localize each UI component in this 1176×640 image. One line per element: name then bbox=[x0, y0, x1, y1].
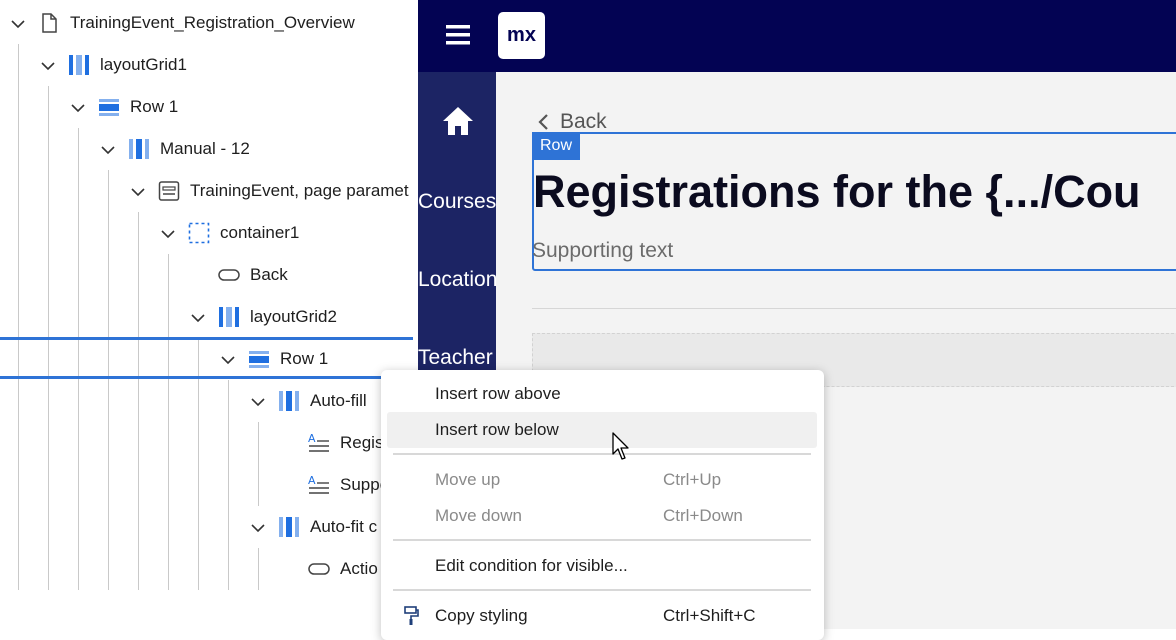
menu-item-shortcut: Ctrl+Down bbox=[663, 506, 743, 525]
tree-item-label: Row 1 bbox=[280, 349, 329, 368]
selection-indicator-top bbox=[0, 337, 413, 340]
page-icon bbox=[42, 13, 57, 33]
chevron-down-icon[interactable] bbox=[70, 100, 86, 116]
tree-item-page[interactable]: TrainingEvent_Registration_Overview bbox=[38, 8, 355, 38]
tree-item-label: Row 1 bbox=[130, 97, 179, 116]
tree-item-row-selected[interactable]: Row 1 bbox=[248, 344, 328, 374]
svg-text:A: A bbox=[308, 432, 316, 445]
tree-item-column-autofit[interactable]: Auto-fit c bbox=[278, 512, 377, 542]
row-icon bbox=[99, 99, 119, 116]
back-button-label: Back bbox=[560, 110, 607, 133]
menu-separator bbox=[393, 539, 811, 541]
sidebar-item-location[interactable]: Location bbox=[418, 268, 496, 292]
context-menu: Insert row above Insert row below Move u… bbox=[381, 370, 824, 640]
layout-grid-icon bbox=[219, 307, 239, 327]
dataview-icon bbox=[158, 181, 180, 201]
chevron-left-icon bbox=[538, 114, 548, 130]
menu-separator bbox=[393, 589, 811, 591]
tree-item-label: Actio bbox=[340, 559, 378, 578]
tree-item-label: Auto-fill bbox=[310, 391, 367, 410]
tree-item-back-button[interactable]: Back bbox=[218, 260, 288, 290]
row-icon bbox=[249, 351, 269, 368]
menu-item-insert-row-above[interactable]: Insert row above bbox=[381, 376, 824, 412]
tree-item-text[interactable]: A Regis bbox=[308, 428, 383, 458]
sidebar-item-courses[interactable]: Courses bbox=[418, 190, 496, 214]
column-icon bbox=[279, 391, 299, 411]
selection-indicator-bottom bbox=[0, 376, 413, 379]
column-icon bbox=[129, 139, 149, 159]
chevron-down-icon[interactable] bbox=[100, 142, 116, 158]
tree-item-label: Back bbox=[250, 265, 288, 284]
container-icon bbox=[188, 222, 210, 244]
tree-guide-line bbox=[258, 548, 259, 590]
chevron-down-icon[interactable] bbox=[250, 394, 266, 410]
tree-item-action-button[interactable]: Actio bbox=[308, 554, 378, 584]
tree-item-layoutgrid2[interactable]: layoutGrid2 bbox=[218, 302, 337, 332]
menu-item-edit-visibility-condition[interactable]: Edit condition for visible... bbox=[381, 548, 824, 584]
app-logo[interactable]: mx bbox=[498, 12, 545, 59]
menu-item-label: Insert row below bbox=[435, 420, 559, 439]
chevron-down-icon[interactable] bbox=[40, 58, 56, 74]
structure-tree-panel: TrainingEvent_Registration_Overview layo… bbox=[0, 0, 418, 629]
back-button[interactable]: Back bbox=[536, 110, 607, 134]
tree-item-row[interactable]: Row 1 bbox=[98, 92, 178, 122]
divider bbox=[532, 308, 1176, 309]
chevron-down-icon[interactable] bbox=[10, 16, 26, 32]
hamburger-menu-icon[interactable] bbox=[446, 24, 470, 46]
menu-item-label: Move down bbox=[435, 506, 522, 525]
menu-item-move-up[interactable]: Move up Ctrl+Up bbox=[381, 462, 824, 498]
tree-item-text[interactable]: A Suppo bbox=[308, 470, 389, 500]
chevron-down-icon[interactable] bbox=[160, 226, 176, 242]
tree-item-label: Manual - 12 bbox=[160, 139, 250, 158]
chevron-down-icon[interactable] bbox=[190, 310, 206, 326]
paint-brush-icon bbox=[404, 606, 419, 625]
tree-item-label: TrainingEvent, page paramet bbox=[190, 181, 409, 200]
app-topbar: mx bbox=[418, 0, 1176, 72]
tree-item-label: container1 bbox=[220, 223, 300, 242]
mouse-cursor-icon bbox=[612, 432, 629, 460]
tree-item-column[interactable]: Manual - 12 bbox=[128, 134, 250, 164]
tree-guide-line bbox=[138, 212, 139, 590]
menu-item-label: Move up bbox=[435, 470, 501, 489]
chevron-down-icon[interactable] bbox=[130, 184, 146, 200]
text-icon: A bbox=[308, 474, 329, 494]
tree-item-label: TrainingEvent_Registration_Overview bbox=[70, 13, 355, 32]
chevron-down-icon[interactable] bbox=[250, 520, 266, 536]
text-icon: A bbox=[308, 432, 329, 452]
column-icon bbox=[279, 517, 299, 537]
menu-separator bbox=[393, 453, 811, 455]
tree-item-label: Auto-fit c bbox=[310, 517, 378, 536]
tree-guide-line bbox=[168, 254, 169, 590]
tree-item-dataview[interactable]: TrainingEvent, page paramet bbox=[158, 176, 409, 206]
menu-item-move-down[interactable]: Move down Ctrl+Down bbox=[381, 498, 824, 534]
tree-item-label: layoutGrid2 bbox=[250, 307, 337, 326]
page-title: Registrations for the {.../Cou bbox=[533, 166, 1141, 217]
tree-item-column-autofill[interactable]: Auto-fill bbox=[278, 386, 367, 416]
tree-item-container[interactable]: container1 bbox=[188, 218, 299, 248]
tree-item-layoutgrid1[interactable]: layoutGrid1 bbox=[68, 50, 187, 80]
tree-guide-line bbox=[108, 170, 109, 590]
home-icon[interactable] bbox=[442, 105, 474, 137]
svg-text:A: A bbox=[308, 474, 316, 487]
row-tag-badge: Row bbox=[532, 132, 581, 160]
layout-grid-icon bbox=[69, 55, 89, 75]
supporting-text: Supporting text bbox=[532, 239, 674, 262]
tree-guide-line bbox=[78, 128, 79, 590]
menu-item-label: Insert row above bbox=[435, 384, 561, 403]
tree-guide-line bbox=[18, 44, 19, 590]
menu-item-label: Edit condition for visible... bbox=[435, 556, 628, 575]
chevron-down-icon[interactable] bbox=[220, 352, 236, 368]
sidebar-item-teacher[interactable]: Teacher bbox=[418, 346, 493, 370]
button-icon bbox=[308, 563, 330, 575]
button-icon bbox=[218, 269, 240, 281]
app-logo-text: mx bbox=[507, 24, 536, 46]
menu-item-insert-row-below[interactable]: Insert row below bbox=[387, 412, 817, 448]
menu-item-shortcut: Ctrl+Shift+C bbox=[663, 606, 756, 625]
menu-item-shortcut: Ctrl+Up bbox=[663, 470, 722, 489]
tree-item-label: layoutGrid1 bbox=[100, 55, 187, 74]
menu-item-label: Copy styling bbox=[435, 606, 528, 625]
tree-item-label: Regis bbox=[340, 433, 384, 452]
tree-guide-line bbox=[258, 422, 259, 506]
tree-guide-line bbox=[228, 380, 229, 590]
